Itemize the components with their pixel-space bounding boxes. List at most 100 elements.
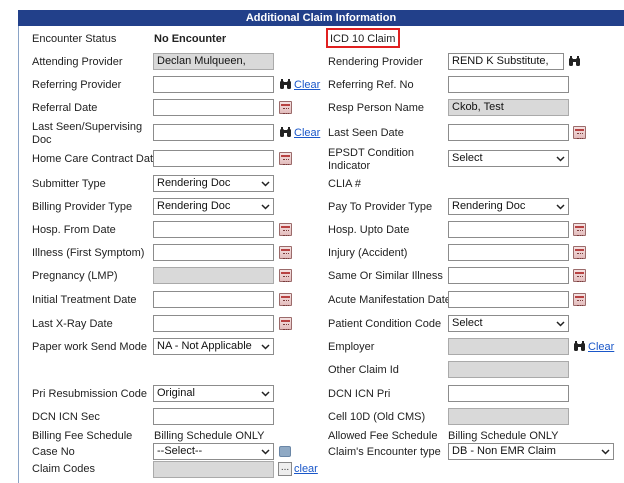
dcn-icn-sec-label: DCN ICN Sec [32, 411, 100, 423]
other-claim-id-field[interactable] [448, 361, 569, 378]
last-seen-supervising-clear-link[interactable]: Clear [294, 127, 320, 139]
acute-manifestation-date-field[interactable] [448, 291, 569, 308]
home-care-contract-label: Home Care Contract Date [32, 153, 160, 165]
paperwork-send-mode-value: NA - Not Applicable [157, 340, 252, 352]
patient-condition-code-label: Patient Condition Code [328, 318, 442, 330]
pregnancy-lmp-label: Pregnancy (LMP) [32, 270, 118, 282]
calendar-icon[interactable] [279, 101, 292, 114]
chevron-down-icon [261, 449, 270, 455]
calendar-icon[interactable] [573, 246, 586, 259]
calendar-icon[interactable] [573, 126, 586, 139]
briefcase-icon[interactable] [279, 446, 291, 457]
binoculars-icon[interactable] [279, 78, 292, 90]
pri-resubmission-code-value: Original [157, 387, 195, 399]
calendar-icon[interactable] [279, 223, 292, 236]
submitter-type-value: Rendering Doc [157, 177, 231, 189]
claims-encounter-type-select[interactable]: DB - Non EMR Claim [448, 443, 614, 460]
epsdt-condition-select[interactable]: Select [448, 150, 569, 167]
paperwork-send-mode-select[interactable]: NA - Not Applicable [153, 338, 274, 355]
calendar-icon[interactable] [573, 269, 586, 282]
case-no-select[interactable]: --Select-- [153, 443, 274, 460]
calendar-icon[interactable] [279, 246, 292, 259]
billing-fee-schedule-value: Billing Schedule ONLY [154, 430, 265, 442]
calendar-icon[interactable] [279, 152, 292, 165]
binoculars-icon[interactable] [573, 340, 586, 352]
billing-provider-type-select[interactable]: Rendering Doc [153, 198, 274, 215]
dcn-icn-pri-field[interactable] [448, 385, 569, 402]
last-seen-date-field[interactable] [448, 124, 569, 141]
cell-10d-label: Cell 10D (Old CMS) [328, 411, 426, 423]
pregnancy-lmp-field[interactable] [153, 267, 274, 284]
section-header: Additional Claim Information [18, 10, 624, 26]
acute-manifestation-date-label: Acute Manifestation Date [328, 294, 451, 306]
chevron-down-icon [261, 181, 270, 187]
rendering-provider-field[interactable]: REND K Substitute, [448, 53, 564, 70]
attending-provider-field[interactable]: Declan Mulqueen, [153, 53, 274, 70]
epsdt-condition-value: Select [452, 152, 483, 164]
referring-provider-clear-link[interactable]: Clear [294, 79, 320, 91]
referral-date-label: Referral Date [32, 102, 98, 114]
pay-to-provider-type-label: Pay To Provider Type [328, 201, 433, 213]
pay-to-provider-type-select[interactable]: Rendering Doc [448, 198, 569, 215]
attending-provider-label: Attending Provider [32, 56, 123, 68]
cell-10d-field[interactable] [448, 408, 569, 425]
calendar-icon[interactable] [573, 293, 586, 306]
home-care-contract-field[interactable] [153, 150, 274, 167]
icd-10-claim-label[interactable]: ICD 10 Claim [330, 33, 395, 46]
calendar-icon[interactable] [573, 223, 586, 236]
employer-field[interactable] [448, 338, 569, 355]
pri-resubmission-code-select[interactable]: Original [153, 385, 274, 402]
chevron-down-icon [261, 391, 270, 397]
claim-codes-browse-button[interactable]: ... [278, 462, 292, 476]
chevron-down-icon [556, 156, 565, 162]
billing-provider-type-label: Billing Provider Type [32, 201, 133, 213]
referring-provider-label: Referring Provider [32, 79, 122, 91]
pay-to-provider-type-value: Rendering Doc [452, 200, 526, 212]
dcn-icn-sec-field[interactable] [153, 408, 274, 425]
hosp-upto-date-field[interactable] [448, 221, 569, 238]
case-no-label: Case No [32, 446, 75, 458]
last-xray-date-field[interactable] [153, 315, 274, 332]
clia-label: CLIA # [328, 178, 362, 190]
illness-first-symptom-field[interactable] [153, 244, 274, 261]
same-similar-illness-field[interactable] [448, 267, 569, 284]
last-seen-supervising-field[interactable] [153, 124, 274, 141]
chevron-down-icon [601, 449, 610, 455]
referring-ref-no-field[interactable] [448, 76, 569, 93]
patient-condition-code-value: Select [452, 317, 483, 329]
referral-date-field[interactable] [153, 99, 274, 116]
binoculars-icon[interactable] [279, 126, 292, 138]
hosp-from-date-field[interactable] [153, 221, 274, 238]
hosp-from-date-label: Hosp. From Date [32, 224, 116, 236]
calendar-icon[interactable] [279, 293, 292, 306]
paperwork-send-mode-label: Paper work Send Mode [32, 341, 147, 353]
hosp-upto-date-label: Hosp. Upto Date [328, 224, 410, 236]
encounter-status-value: No Encounter [154, 33, 227, 45]
last-seen-supervising-label: Last Seen/Supervising Doc [32, 121, 143, 146]
claim-codes-field[interactable] [153, 461, 274, 478]
referring-provider-field[interactable] [153, 76, 274, 93]
submitter-type-select[interactable]: Rendering Doc [153, 175, 274, 192]
employer-clear-link[interactable]: Clear [588, 341, 614, 353]
billing-fee-schedule-label: Billing Fee Schedule [32, 430, 133, 442]
binoculars-icon[interactable] [568, 55, 581, 67]
injury-accident-label: Injury (Accident) [328, 247, 408, 259]
dcn-icn-pri-label: DCN ICN Pri [328, 388, 391, 400]
allowed-fee-schedule-value: Billing Schedule ONLY [448, 430, 559, 442]
epsdt-condition-label: EPSDT Condition Indicator [328, 147, 415, 172]
patient-condition-code-select[interactable]: Select [448, 315, 569, 332]
case-no-value: --Select-- [157, 445, 203, 457]
employer-label: Employer [328, 341, 375, 353]
calendar-icon[interactable] [279, 269, 292, 282]
injury-accident-field[interactable] [448, 244, 569, 261]
illness-first-symptom-label: Illness (First Symptom) [32, 247, 145, 259]
chevron-down-icon [261, 204, 270, 210]
resp-person-name-field[interactable]: Ckob, Test [448, 99, 569, 116]
same-similar-illness-label: Same Or Similar Illness [328, 270, 443, 282]
initial-treatment-date-field[interactable] [153, 291, 274, 308]
encounter-status-label: Encounter Status [32, 33, 117, 45]
rendering-provider-label: Rendering Provider [328, 56, 423, 68]
last-xray-date-label: Last X-Ray Date [32, 318, 113, 330]
claim-codes-clear-link[interactable]: clear [294, 463, 318, 475]
calendar-icon[interactable] [279, 317, 292, 330]
